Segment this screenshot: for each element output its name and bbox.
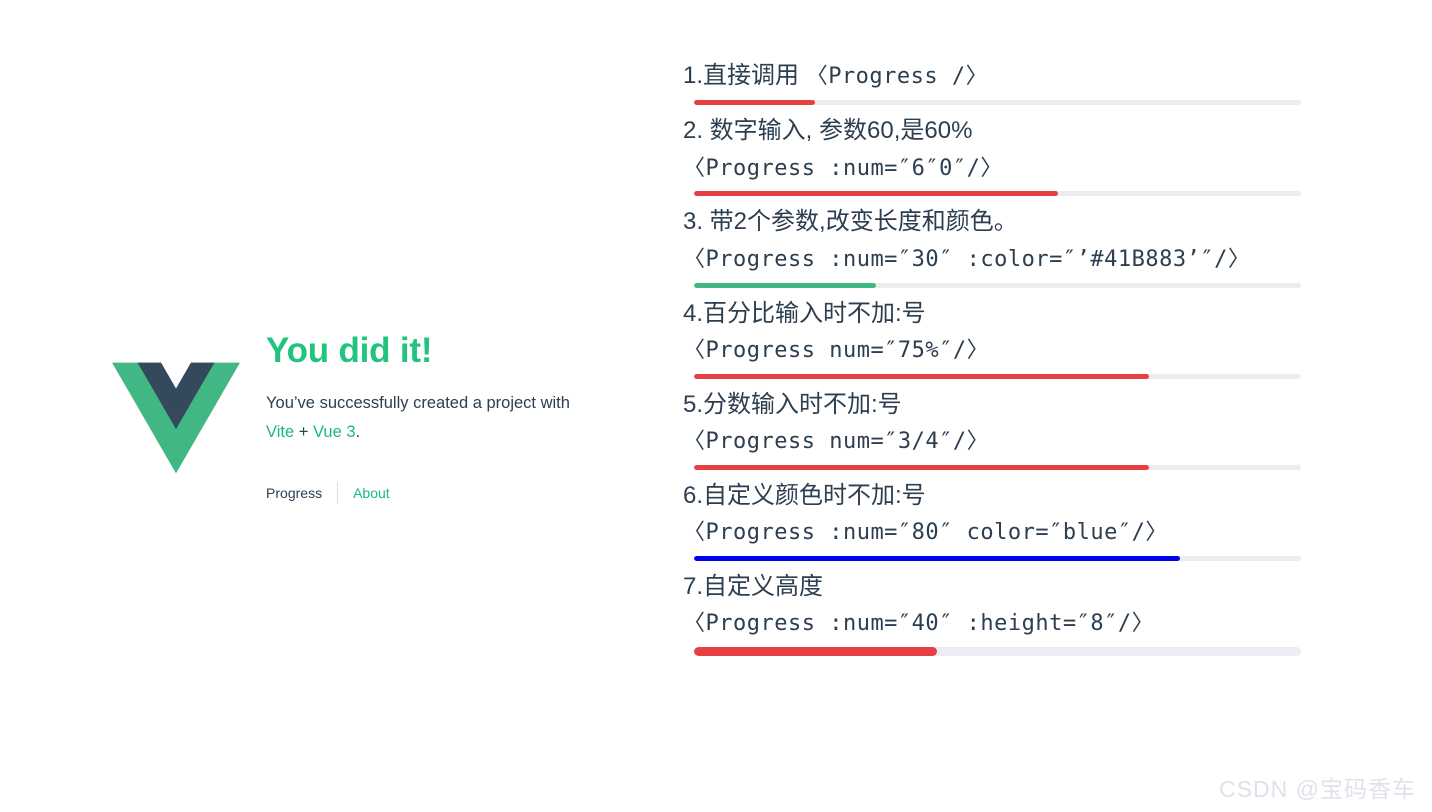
- demo-item-title-code: 〈Progress /〉: [805, 64, 989, 89]
- progress-bar-track: [694, 100, 1301, 106]
- trailing-period: .: [355, 423, 361, 442]
- demo-item-code: 〈Progress num=″3/4″/〉: [683, 429, 990, 455]
- nav-link-progress[interactable]: Progress: [266, 485, 337, 501]
- progress-bar-fill: [694, 555, 1180, 561]
- progress-bar-track: [694, 646, 1301, 656]
- csdn-watermark: CSDN @宝码香车: [1219, 776, 1416, 802]
- page-title: You did it!: [266, 331, 433, 371]
- progress-bar-fill: [694, 373, 1150, 379]
- hero-message: You’ve successfully created a project wi…: [266, 389, 570, 448]
- demo-item: 1.直接调用 〈Progress /〉: [683, 60, 1301, 106]
- demo-item: 5.分数输入时不加:号〈Progress num=″3/4″/〉: [683, 389, 1301, 470]
- nav-link-about[interactable]: About: [338, 485, 405, 501]
- link-vite[interactable]: Vite: [266, 423, 294, 441]
- hero-pane: You did it! You’ve successfully created …: [0, 0, 672, 812]
- progress-bar-track: [694, 555, 1301, 561]
- demo-item-title: 4.百分比输入时不加:号: [683, 299, 926, 327]
- demo-item-code: 〈Progress num=″75%″/〉: [683, 337, 990, 363]
- hero-text-block: You did it! You’ve successfully created …: [266, 332, 570, 504]
- demo-item: 2. 数字输入, 参数60,是60% 〈Progress :num=″6⁠″0″/…: [683, 115, 1301, 197]
- progress-bar-fill: [694, 191, 1059, 197]
- demo-item: 6.自定义颜色时不加:号〈Progress :num=″80″ color=″b…: [683, 480, 1301, 561]
- demo-item: 7.自定义高度〈Progress :num=″40″ :height=″8″/〉: [683, 571, 1301, 656]
- demo-item: 4.百分比输入时不加:号〈Progress num=″75%″/〉: [683, 298, 1301, 379]
- demo-item-title: 1.直接调用 〈Progress /〉: [683, 62, 989, 89]
- demo-item-code: 〈Progress :num=″6⁠″0″/〉: [683, 155, 1003, 181]
- progress-bar-track: [694, 373, 1301, 379]
- progress-bar-fill: [694, 100, 816, 106]
- demo-item-title: 5.分数输入时不加:号: [683, 390, 902, 418]
- hero-message-prefix: You’ve successfully created a project wi…: [266, 393, 570, 412]
- demo-item-title: 2. 数字输入, 参数60,是60%: [683, 117, 973, 145]
- hero-content: You did it! You’ve successfully created …: [112, 332, 570, 504]
- demo-item-title: 3. 带2个参数,改变长度和颜色。: [683, 208, 1018, 236]
- vue-logo-icon: [112, 354, 241, 482]
- demo-item-code: 〈Progress :num=″40″ :height=″8″/〉: [683, 611, 1155, 637]
- plus-separator: +: [298, 423, 309, 442]
- demo-item-title: 7.自定义高度: [683, 572, 824, 600]
- app-root: You did it! You’ve successfully created …: [0, 0, 1432, 812]
- hero-nav: Progress About: [266, 481, 570, 504]
- progress-bar-track: [694, 282, 1301, 288]
- demo-item-code: 〈Progress :num=″80″ color=″blue″/〉: [683, 520, 1168, 546]
- progress-bar-fill: [694, 464, 1150, 470]
- demo-item-code: 〈Progress :num=″30″ :color=″’#41B883’″/〉: [683, 246, 1251, 272]
- demo-item: 3. 带2个参数,改变长度和颜色。〈Progress :num=″30″ :co…: [683, 206, 1301, 288]
- progress-bar-fill: [694, 646, 937, 656]
- progress-bar-track: [694, 191, 1301, 197]
- progress-bar-fill: [694, 282, 877, 288]
- link-vue3[interactable]: Vue 3: [313, 423, 356, 441]
- demo-item-title: 6.自定义颜色时不加:号: [683, 481, 926, 509]
- progress-demo-pane: 1.直接调用 〈Progress /〉 2. 数字输入, 参数60,是60% 〈Pr…: [672, 0, 1432, 812]
- vue-logo-svg: [112, 362, 241, 474]
- progress-bar-track: [694, 464, 1301, 470]
